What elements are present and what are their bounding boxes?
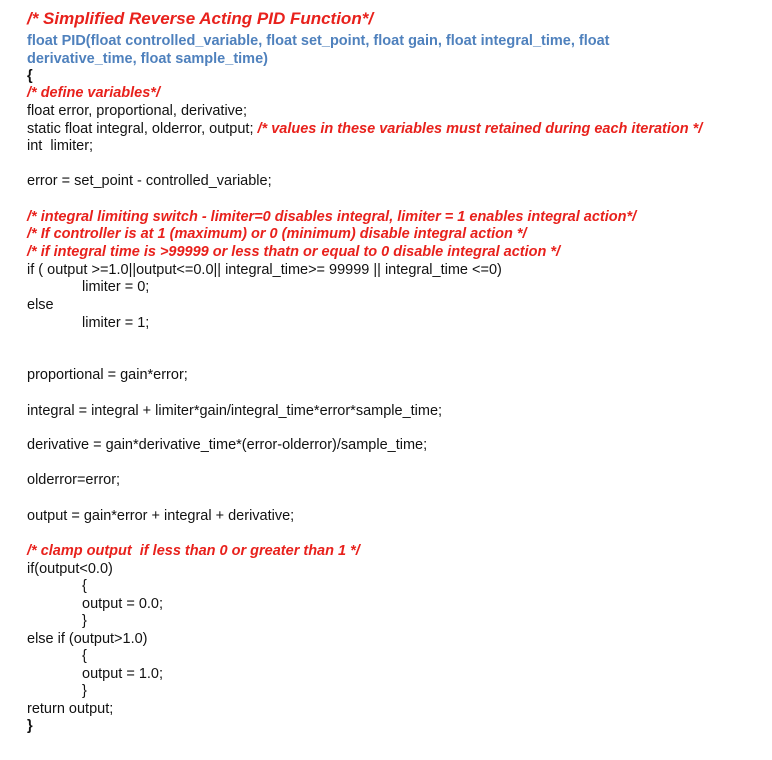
olderror-assignment: olderror=error; [27,472,121,488]
if-output-low: if(output<0.0) [27,561,113,577]
comment-limiter-1: /* integral limiting switch - limiter=0 … [27,209,637,225]
float-declaration: float error, proportional, derivative; [27,103,248,119]
comment-clamp-output: /* clamp output if less than 0 or greate… [27,543,360,559]
limiter-one-statement: limiter = 1; [82,315,150,331]
function-signature-line-2: derivative_time, float sample_time) [27,51,268,67]
static-declaration: static float integral, olderror, output;… [27,120,702,138]
function-signature-line-1: float PID(float controlled_variable, flo… [27,33,610,49]
brace-close-low: } [82,613,87,629]
comment-limiter-2: /* If controller is at 1 (maximum) or 0 … [27,226,527,242]
static-declaration-code: static float integral, olderror, output; [27,121,258,137]
else-keyword: else [27,297,54,313]
output-one-statement: output = 1.0; [82,666,164,682]
derivative-assignment: derivative = gain*derivative_time*(error… [27,437,428,453]
output-assignment: output = gain*error + integral + derivat… [27,508,295,524]
error-assignment: error = set_point - controlled_variable; [27,173,272,189]
function-open-brace: { [27,68,33,84]
integral-assignment: integral = integral + limiter*gain/integ… [27,403,443,419]
title-comment: /* Simplified Reverse Acting PID Functio… [27,9,374,28]
if-limiter-condition: if ( output >=1.0||output<=0.0|| integra… [27,262,502,278]
brace-open-low: { [82,578,87,594]
static-declaration-comment: /* values in these variables must retain… [257,121,703,137]
comment-define-variables: /* define variables*/ [27,85,160,101]
function-close-brace: } [27,718,33,734]
limiter-zero-statement: limiter = 0; [82,279,150,295]
return-statement: return output; [27,701,114,717]
brace-open-high: { [82,648,87,664]
int-declaration: int limiter; [27,138,94,154]
proportional-assignment: proportional = gain*error; [27,367,188,383]
comment-limiter-3: /* if integral time is >99999 or less th… [27,244,561,260]
output-zero-statement: output = 0.0; [82,596,164,612]
else-if-output-high: else if (output>1.0) [27,631,148,647]
brace-close-high: } [82,683,87,699]
